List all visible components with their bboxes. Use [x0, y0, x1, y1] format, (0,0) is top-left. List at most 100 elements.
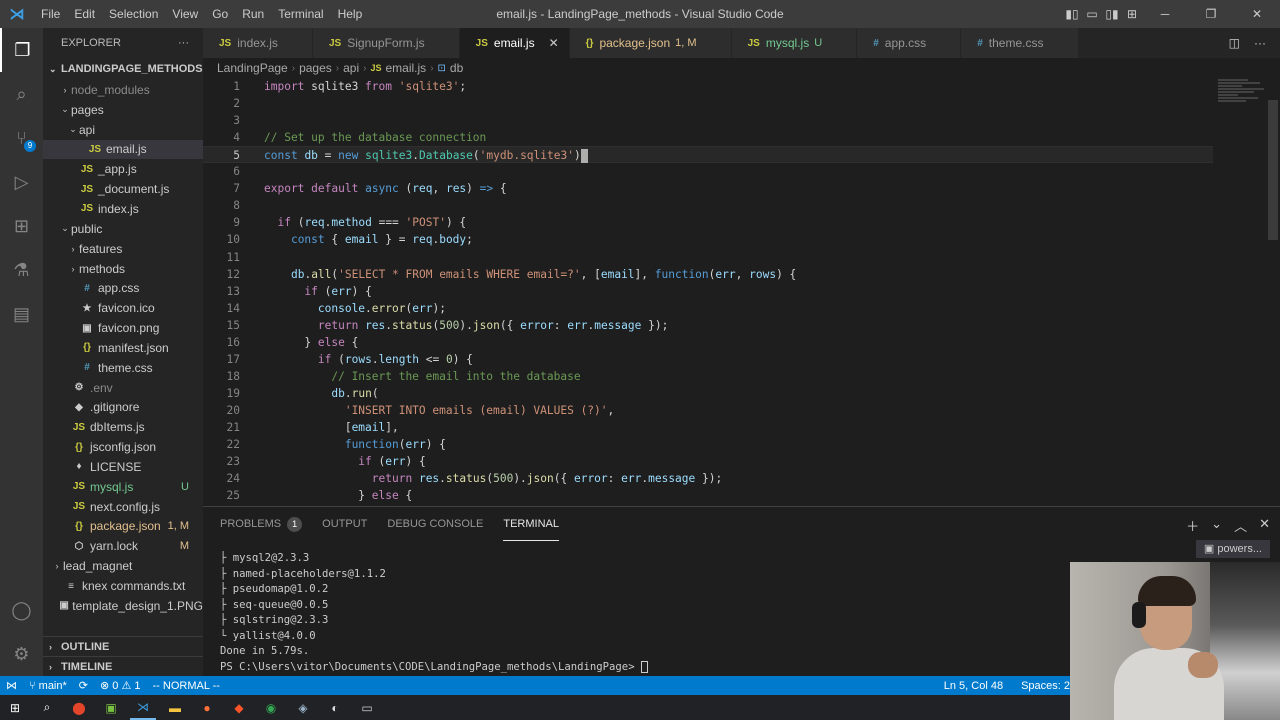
breadcrumb-item[interactable]: LandingPage [217, 61, 288, 75]
timeline-section[interactable]: › TIMELINE [43, 656, 203, 676]
tree-item[interactable]: › node_modules [43, 80, 203, 100]
customize-layout-icon[interactable]: ⊞ [1122, 7, 1142, 21]
menu-help[interactable]: Help [331, 0, 370, 28]
accounts-icon[interactable]: ◯ [0, 588, 43, 632]
search-icon[interactable]: ⌕ [0, 72, 43, 116]
code-line[interactable]: 8 [203, 197, 1213, 214]
editor-tab[interactable]: JS email.js ✕ [459, 28, 570, 58]
editor-scrollbar[interactable] [1266, 78, 1280, 506]
code-line[interactable]: 25 } else { [203, 487, 1213, 504]
toggle-sidebar-icon[interactable]: ▮▯ [1062, 7, 1082, 21]
editor-tab[interactable]: #app.css✕ [857, 28, 962, 58]
tree-item[interactable]: ⌄ public [43, 219, 203, 239]
git-branch[interactable]: ⑂ main* [23, 680, 73, 692]
breadcrumb-item[interactable]: db [450, 61, 463, 75]
tree-item[interactable]: {} manifest.json [43, 338, 203, 358]
panel-tab[interactable]: TERMINAL [503, 507, 559, 541]
code-line[interactable]: 14 console.error(err); [203, 300, 1213, 317]
tree-item[interactable]: ★ favicon.ico [43, 298, 203, 318]
toggle-secondary-sidebar-icon[interactable]: ▯▮ [1102, 7, 1122, 21]
code-line[interactable]: 11 [203, 249, 1213, 266]
tree-item[interactable]: JS dbItems.js [43, 417, 203, 437]
extensions-icon[interactable]: ⊞ [0, 204, 43, 248]
breadcrumb-item[interactable]: pages [299, 61, 332, 75]
taskbar-folder-icon[interactable]: ▬ [162, 695, 188, 720]
run-debug-icon[interactable]: ▷ [0, 160, 43, 204]
tree-item[interactable]: JS email.js [43, 139, 203, 160]
restore-icon[interactable]: ❐ [1188, 7, 1234, 21]
tree-item[interactable]: JS mysql.js U [43, 477, 203, 497]
taskbar-search-icon[interactable]: ⌕ [34, 695, 60, 720]
tree-item[interactable]: {} package.json 1, M [43, 517, 203, 537]
taskbar-app-icon[interactable]: ⬤ [66, 695, 92, 720]
source-control-icon[interactable]: ⑂ 9 [0, 116, 43, 160]
minimize-icon[interactable]: ─ [1142, 7, 1188, 21]
tree-item[interactable]: JS next.config.js [43, 497, 203, 517]
tree-item[interactable]: ⚙ .env [43, 378, 203, 398]
menu-file[interactable]: File [34, 0, 67, 28]
code-line[interactable]: 23 if (err) { [203, 453, 1213, 470]
tree-item[interactable]: ♦ LICENSE [43, 457, 203, 477]
code-line[interactable]: 12 db.all('SELECT * FROM emails WHERE em… [203, 266, 1213, 283]
explorer-icon[interactable]: ❐ [0, 28, 43, 72]
menu-go[interactable]: Go [205, 0, 235, 28]
menu-selection[interactable]: Selection [102, 0, 165, 28]
code-line[interactable]: 7 export default async (req, res) => { [203, 180, 1213, 197]
tree-item[interactable]: › features [43, 239, 203, 259]
taskbar-firefox-icon[interactable]: ● [194, 695, 220, 720]
editor-tab[interactable]: JSindex.js✕ [203, 28, 313, 58]
windows-start-icon[interactable]: ⊞ [2, 695, 28, 720]
code-line[interactable]: 22 function(err) { [203, 436, 1213, 453]
taskbar-app-icon[interactable]: ▣ [98, 695, 124, 720]
tree-item[interactable]: JS _app.js [43, 159, 203, 179]
panel-tab[interactable]: DEBUG CONSOLE [387, 507, 483, 541]
taskbar-terminal-icon[interactable]: ▭ [354, 695, 380, 720]
editor-tab[interactable]: JSmysql.jsU✕ [731, 28, 858, 58]
tree-item[interactable]: JS _document.js [43, 179, 203, 199]
menu-terminal[interactable]: Terminal [271, 0, 330, 28]
terminal-instance-tab[interactable]: ▣ powers... [1195, 540, 1270, 558]
tree-item[interactable]: # app.css [43, 278, 203, 298]
tree-item[interactable]: ▣ template_design_1.PNG [43, 596, 203, 616]
more-actions-icon[interactable]: ··· [178, 37, 189, 49]
panel-tab[interactable]: OUTPUT [322, 507, 367, 541]
editor-tab[interactable]: JSSignupForm.js✕ [312, 28, 460, 58]
tree-item[interactable]: › lead_magnet [43, 556, 203, 576]
tree-item[interactable]: ⌄ pages [43, 100, 203, 120]
editor-tab[interactable]: #theme.css✕ [961, 28, 1079, 58]
code-line[interactable]: 24 return res.status(500).json({ error: … [203, 470, 1213, 487]
toggle-panel-icon[interactable]: ▭ [1082, 7, 1102, 21]
cursor-position[interactable]: Ln 5, Col 48 [944, 680, 1003, 692]
scrollbar-thumb[interactable] [1268, 100, 1278, 240]
taskbar-chrome-icon[interactable]: ◉ [258, 695, 284, 720]
close-panel-icon[interactable]: ✕ [1259, 516, 1270, 535]
tree-item[interactable]: ≡ knex commands.txt [43, 576, 203, 596]
code-line[interactable]: 13 if (err) { [203, 283, 1213, 300]
code-line[interactable]: 2 [203, 95, 1213, 112]
indentation[interactable]: Spaces: 2 [1021, 680, 1070, 692]
code-line[interactable]: 20 'INSERT INTO emails (email) VALUES (?… [203, 402, 1213, 419]
remote-explorer-icon[interactable]: ▤ [0, 292, 43, 336]
code-line[interactable]: 4 // Set up the database connection [203, 129, 1213, 146]
manage-gear-icon[interactable]: ⚙ [0, 632, 43, 676]
outline-section[interactable]: › OUTLINE [43, 636, 203, 656]
code-editor[interactable]: 1 import sqlite3 from 'sqlite3'; 2 3 4// Set… [203, 78, 1280, 506]
code-line[interactable]: 5 const db = new sqlite3.Database('mydb.s… [203, 146, 1213, 164]
tree-item[interactable]: ▣ favicon.png [43, 318, 203, 338]
taskbar-app-icon[interactable]: ◐ [322, 695, 348, 720]
code-line[interactable]: 10 const { email } = req.body; [203, 231, 1213, 248]
new-terminal-icon[interactable]: ＋ [1186, 516, 1199, 535]
code-line[interactable]: 6 [203, 163, 1213, 180]
taskbar-brave-icon[interactable]: ◆ [226, 695, 252, 720]
taskbar-vscode-icon[interactable]: ⋊ [130, 695, 156, 720]
menu-edit[interactable]: Edit [67, 0, 102, 28]
remote-indicator-icon[interactable]: ⋈ [0, 679, 23, 692]
code-line[interactable]: 15 return res.status(500).json({ error: … [203, 317, 1213, 334]
terminal-prompt-line[interactable]: PS C:\Users\vitor\Documents\CODE\Landing… [220, 660, 648, 676]
taskbar-app-icon[interactable]: ◈ [290, 695, 316, 720]
code-line[interactable]: 19 db.run( [203, 385, 1213, 402]
code-line[interactable]: 21 [email], [203, 419, 1213, 436]
maximize-panel-icon[interactable]: ︿ [1234, 516, 1247, 535]
terminal-dropdown-icon[interactable]: ⌄ [1211, 516, 1222, 535]
tree-item[interactable]: ⬡ yarn.lock M [43, 536, 203, 556]
